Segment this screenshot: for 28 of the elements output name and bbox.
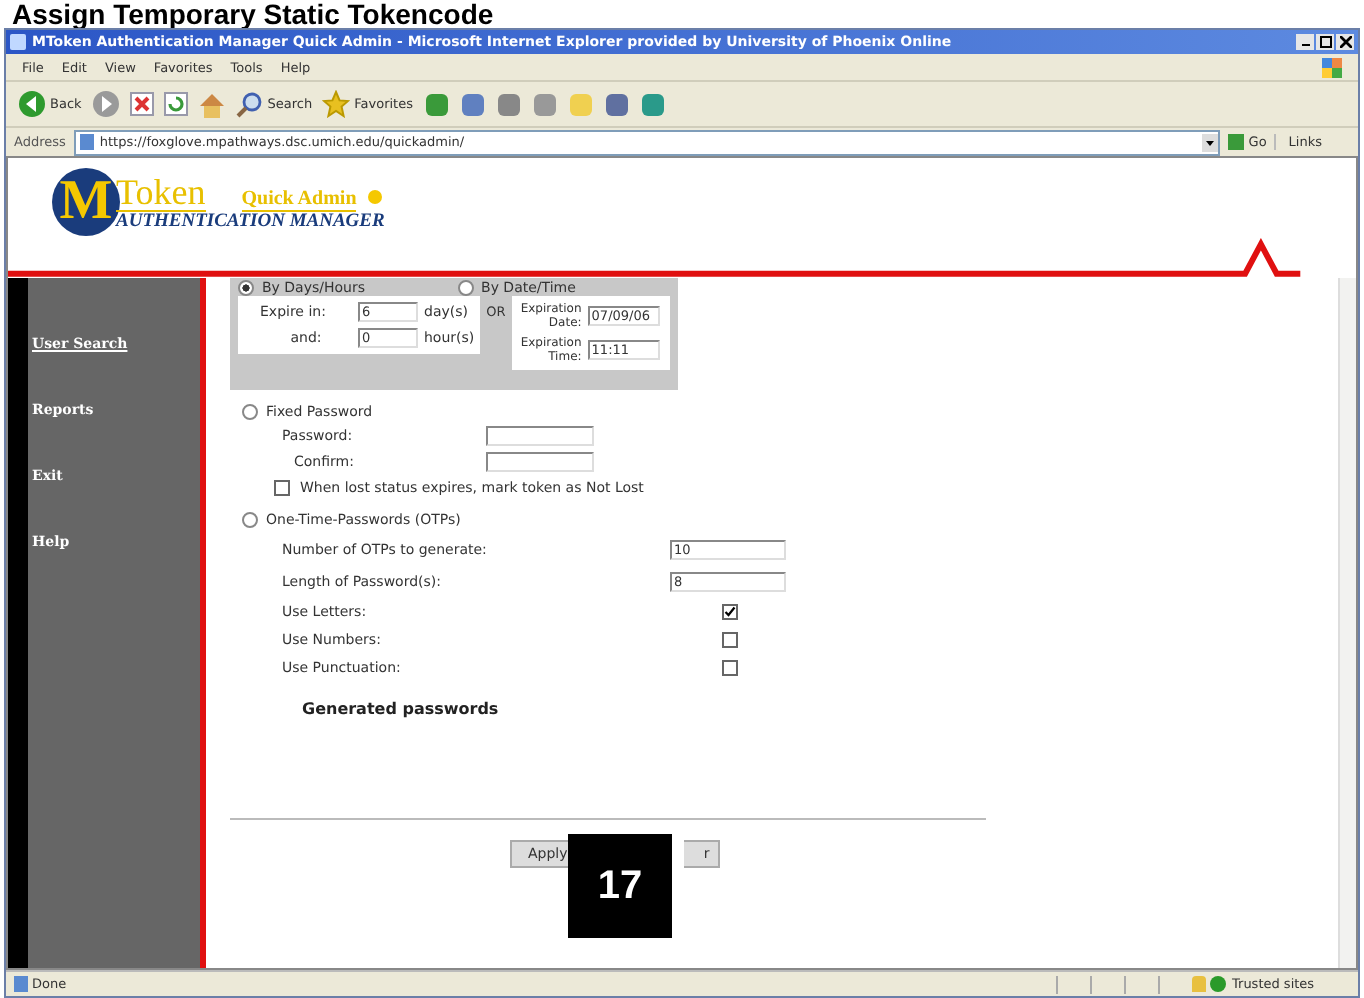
- dropdown-icon[interactable]: [1202, 133, 1219, 151]
- step-number-badge: 17: [568, 834, 672, 938]
- stop-icon[interactable]: [129, 92, 154, 116]
- checkbox[interactable]: [722, 660, 738, 676]
- maximize-button[interactable]: [1316, 34, 1334, 50]
- confirm-field[interactable]: [486, 452, 594, 472]
- dot-icon: [368, 189, 383, 203]
- password-field[interactable]: [486, 426, 594, 446]
- forward-icon[interactable]: [91, 90, 120, 118]
- checkbox[interactable]: [722, 604, 738, 620]
- refresh-icon[interactable]: [163, 92, 188, 116]
- star-icon: [322, 90, 351, 118]
- close-button[interactable]: [1336, 34, 1354, 50]
- minimize-button[interactable]: [1296, 34, 1314, 50]
- logo-text: Token: [116, 173, 206, 211]
- search-icon: [235, 90, 264, 118]
- home-icon[interactable]: [197, 91, 226, 117]
- page-icon: [79, 134, 94, 150]
- scrollbar[interactable]: [1338, 278, 1356, 968]
- windows-logo-icon: [1322, 57, 1342, 77]
- checkbox[interactable]: [722, 632, 738, 648]
- page-icon: [14, 976, 28, 992]
- lock-icon: [1192, 976, 1206, 992]
- section-title: Generated passwords: [300, 700, 501, 718]
- product-name: Quick Admin: [241, 187, 357, 211]
- browser-icon: [10, 34, 26, 50]
- page-heading: Assign Temporary Static Tokencode: [10, 0, 496, 28]
- logo-subtitle: AUTHENTICATION MANAGER: [116, 211, 385, 231]
